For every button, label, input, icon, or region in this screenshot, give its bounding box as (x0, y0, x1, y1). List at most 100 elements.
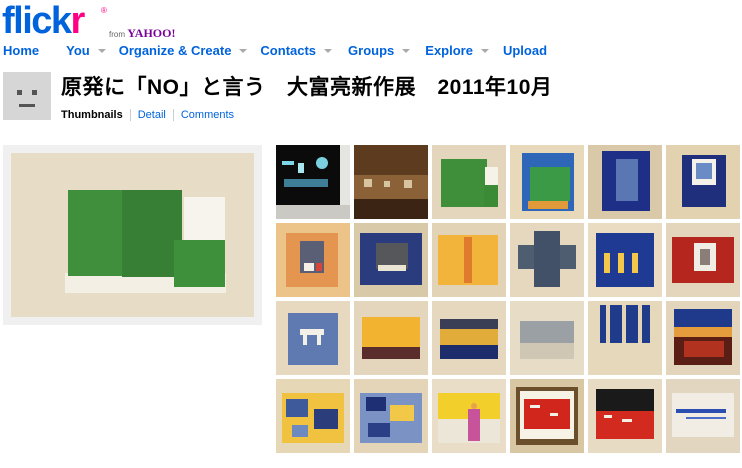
thumb-yellow-strip (440, 329, 498, 345)
nav-contacts[interactable]: Contacts (260, 43, 340, 58)
view-switcher: Thumbnails Detail Comments (61, 109, 241, 121)
nav-you-label: You (66, 42, 90, 58)
buddy-eye-left (17, 90, 22, 95)
photo-thumbnail-20[interactable] (354, 379, 428, 453)
nav-groups[interactable]: Groups (348, 43, 418, 58)
photo-thumbnail-11[interactable] (588, 223, 662, 297)
thumb-inner-panel (696, 163, 712, 179)
photo-thumbnail-16[interactable] (510, 301, 584, 375)
thumb-grey-block (520, 321, 574, 343)
photo-thumbnail-8[interactable] (354, 223, 428, 297)
flickr-logo[interactable]: flick r (2, 0, 86, 42)
thumbnail-grid (276, 145, 740, 453)
thumb-pale-block (520, 343, 574, 359)
thumb-blue-strip (440, 345, 498, 359)
photo-thumbnail-2[interactable] (354, 145, 428, 219)
logo-word-part2: r (70, 0, 86, 42)
thumb-gate-leg (317, 335, 321, 345)
buddy-mouth (19, 104, 35, 107)
photo-thumbnail-5[interactable] (588, 145, 662, 219)
thumb-white-mark (530, 405, 540, 408)
view-comments[interactable]: Comments (172, 109, 241, 121)
painting-green-block-right (122, 190, 182, 277)
thumb-dark-sky (596, 389, 654, 411)
view-detail[interactable]: Detail (129, 109, 173, 121)
chevron-down-icon[interactable] (97, 49, 106, 53)
thumb-pink-figure (468, 409, 480, 441)
thumb-yellow-strip (632, 253, 638, 273)
chevron-down-icon[interactable] (480, 49, 489, 53)
photo-thumbnail-4[interactable] (510, 145, 584, 219)
photo-thumbnail-17[interactable] (588, 301, 662, 375)
thumb-orange-strip (464, 237, 472, 283)
thumb-blue-wave (676, 409, 726, 413)
set-buddy-icon[interactable] (3, 72, 51, 120)
thumb-frame (384, 181, 390, 187)
nav-explore[interactable]: Explore (425, 43, 497, 58)
logo-from-text: from (109, 30, 125, 39)
nav-explore-label: Explore (425, 42, 473, 58)
featured-photo-image[interactable] (11, 153, 254, 317)
thumb-white-mark (550, 413, 558, 416)
main-nav: Home You Organize & Create Contacts Grou… (0, 40, 547, 60)
photo-thumbnail-21[interactable] (432, 379, 506, 453)
nav-upload-label: Upload (502, 42, 548, 58)
view-thumbnails[interactable]: Thumbnails (61, 109, 130, 121)
thumb-gap-strip (638, 305, 642, 343)
nav-home[interactable]: Home (3, 43, 39, 58)
thumb-yellow-strip (618, 253, 624, 273)
thumb-blue-patch (314, 409, 338, 429)
thumb-sign-board (276, 145, 340, 205)
thumb-sign-mark (316, 157, 328, 169)
thumb-blue-patch (366, 397, 386, 411)
featured-photo[interactable] (3, 145, 262, 325)
thumb-white-strip (378, 265, 406, 271)
nav-upload[interactable]: Upload (503, 43, 547, 58)
photo-thumbnail-15[interactable] (432, 301, 506, 375)
thumb-blue-patch (368, 423, 390, 437)
nav-organize-label: Organize & Create (118, 42, 232, 58)
thumb-white-mark (622, 419, 632, 422)
thumb-gap-strip (622, 305, 626, 343)
buddy-eye-right (32, 90, 37, 95)
thumb-green-block (484, 185, 498, 207)
thumb-sign-mark (284, 179, 328, 187)
photo-thumbnail-19[interactable] (276, 379, 350, 453)
photo-thumbnail-22[interactable] (510, 379, 584, 453)
photo-thumbnail-10[interactable] (510, 223, 584, 297)
thumb-green-block (530, 167, 570, 201)
thumb-blue-patch (286, 399, 308, 417)
photo-thumbnail-24[interactable] (666, 379, 740, 453)
thumb-red-band (684, 341, 724, 357)
thumb-red-block (316, 263, 322, 271)
thumb-gate-leg (303, 335, 307, 345)
photo-thumbnail-12[interactable] (666, 223, 740, 297)
thumb-sign-mark (298, 163, 304, 173)
thumb-floor (354, 199, 428, 219)
thumb-frame (364, 179, 372, 187)
photo-thumbnail-3[interactable] (432, 145, 506, 219)
photo-thumbnail-23[interactable] (588, 379, 662, 453)
yahoo-logo: YAHOO! (127, 26, 176, 40)
thumb-sign-mark (282, 161, 294, 165)
photo-thumbnail-18[interactable] (666, 301, 740, 375)
nav-you[interactable]: You (66, 43, 114, 58)
chevron-down-icon[interactable] (402, 49, 411, 53)
set-title: 原発に「NO」と言う 大富亮新作展 2011年10月 (61, 76, 553, 99)
nav-organize-create[interactable]: Organize & Create (119, 43, 256, 58)
thumb-grey-bar (534, 231, 560, 287)
photo-thumbnail-14[interactable] (354, 301, 428, 375)
chevron-down-icon[interactable] (324, 49, 333, 53)
photo-thumbnail-9[interactable] (432, 223, 506, 297)
chevron-down-icon[interactable] (239, 49, 248, 53)
thumb-inner-panel (616, 159, 638, 201)
photo-thumbnail-7[interactable] (276, 223, 350, 297)
photo-thumbnail-6[interactable] (666, 145, 740, 219)
logo-word-part1: flick (2, 0, 72, 42)
photo-thumbnail-13[interactable] (276, 301, 350, 375)
painting-green-block-left (68, 190, 125, 276)
nav-home-label: Home (3, 42, 40, 58)
thumb-ceiling (354, 145, 428, 175)
thumb-blue-sky (674, 309, 732, 327)
photo-thumbnail-1[interactable] (276, 145, 350, 219)
